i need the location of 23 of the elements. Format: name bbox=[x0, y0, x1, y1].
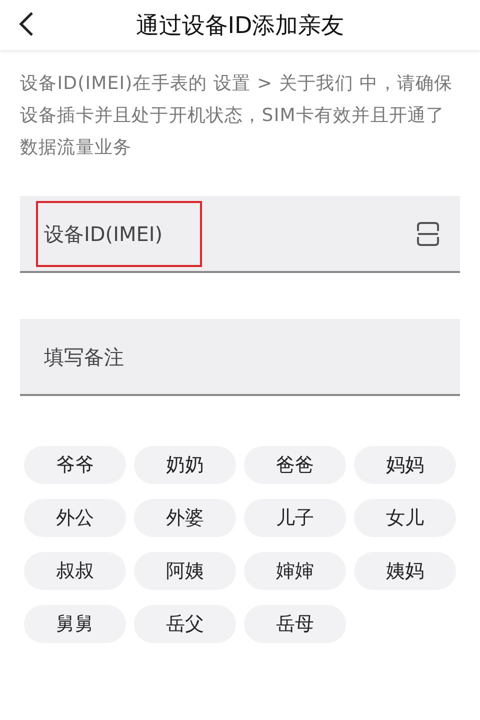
instruction-text: 设备ID(IMEI)在手表的 设置 > 关于我们 中，请确保设备插卡并且处于开机状态，SIM卡有效并且开通了数据流量业务 bbox=[20, 72, 454, 160]
relation-chip[interactable]: 外公 bbox=[24, 499, 126, 537]
input-field[interactable]: 填写备注 bbox=[20, 319, 460, 396]
relation-chip[interactable]: 儿子 bbox=[244, 499, 346, 537]
relation-chip[interactable]: 奶奶 bbox=[134, 446, 236, 484]
relation-chip[interactable]: 舅舅 bbox=[24, 605, 126, 643]
relation-chip[interactable]: 爸爸 bbox=[244, 446, 346, 484]
scan-icon[interactable] bbox=[416, 220, 440, 246]
relation-chip[interactable]: 外婆 bbox=[134, 499, 236, 537]
relation-chip[interactable]: 爷爷 bbox=[24, 446, 126, 484]
text-input[interactable]: 填写备注 bbox=[36, 324, 202, 390]
relation-chip[interactable]: 妈妈 bbox=[354, 446, 456, 484]
relation-chip[interactable]: 岳父 bbox=[134, 605, 236, 643]
relation-chip[interactable]: 婶婶 bbox=[244, 552, 346, 590]
back-icon[interactable] bbox=[18, 11, 34, 37]
input-field[interactable]: 设备ID(IMEI) bbox=[20, 196, 460, 273]
relation-chip[interactable]: 叔叔 bbox=[24, 552, 126, 590]
relation-chip[interactable]: 女儿 bbox=[354, 499, 456, 537]
relation-chip[interactable]: 姨妈 bbox=[354, 552, 456, 590]
text-input[interactable]: 设备ID(IMEI) bbox=[36, 200, 202, 266]
page-title: 通过设备ID添加亲友 bbox=[136, 12, 344, 40]
relation-chip[interactable]: 岳母 bbox=[244, 605, 346, 643]
relation-chip[interactable]: 阿姨 bbox=[134, 552, 236, 590]
